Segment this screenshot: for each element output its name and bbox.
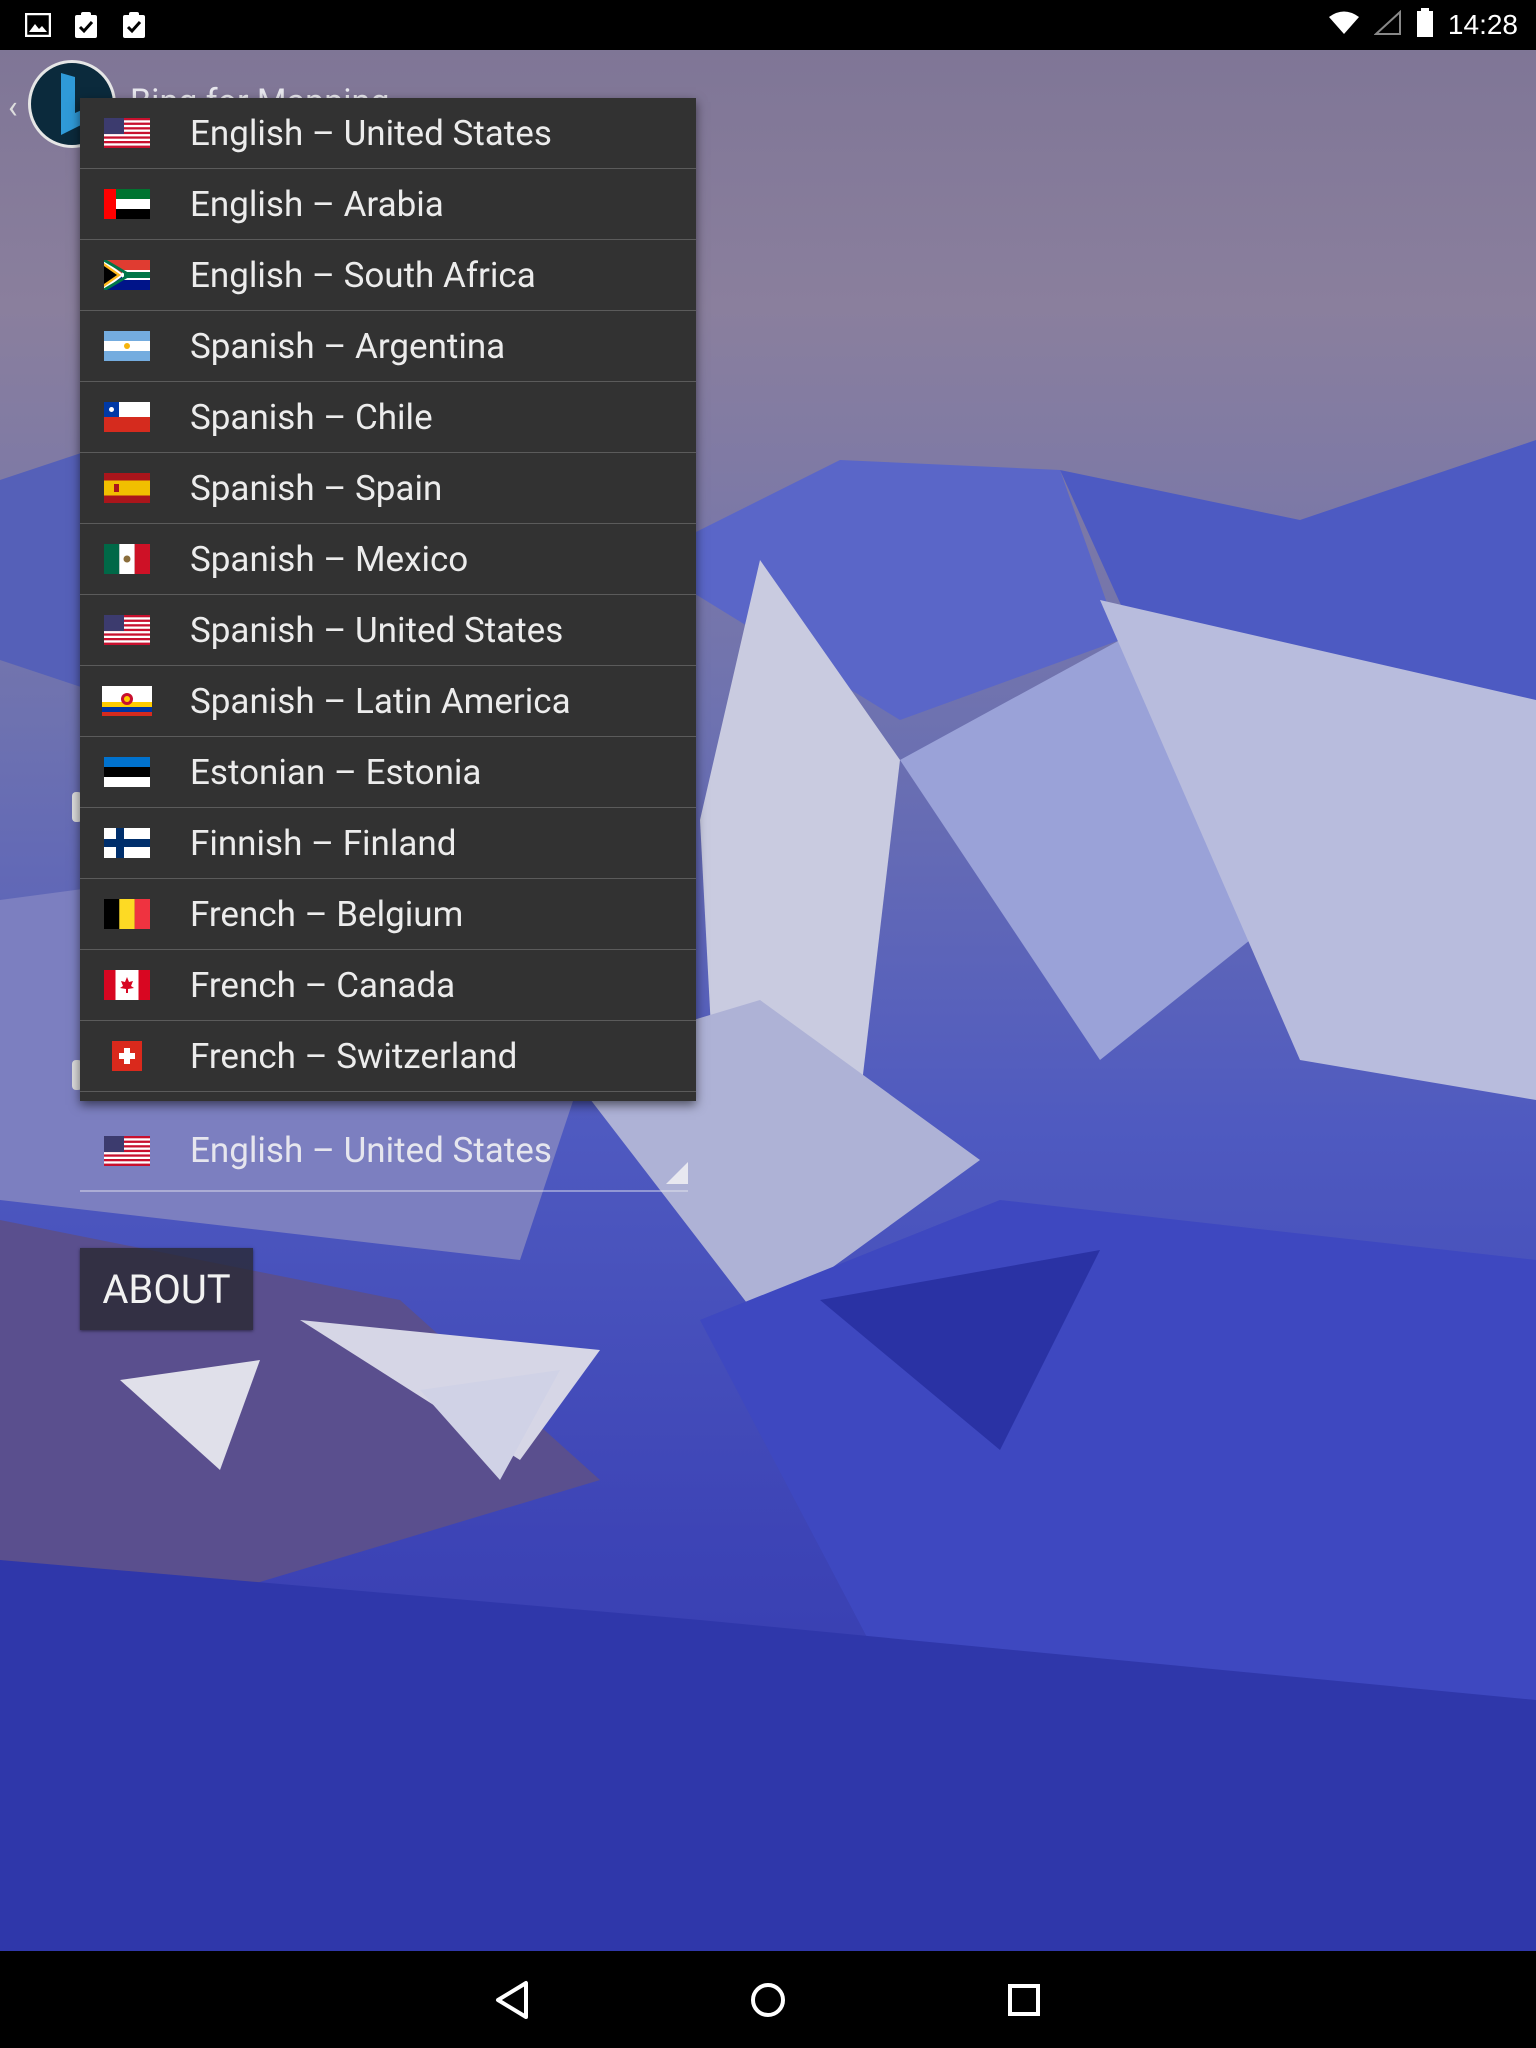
dropdown-item-label: Spanish – Latin America (190, 680, 571, 722)
us-flag-icon (104, 1136, 150, 1166)
spinner-arrow-icon (666, 1162, 688, 1188)
dropdown-item[interactable]: Spanish – Spain (80, 453, 696, 524)
us-flag-icon (104, 615, 150, 645)
dropdown-item[interactable]: Spanish – Argentina (80, 311, 696, 382)
za-flag-icon (104, 260, 150, 290)
clipboard-check-icon (120, 11, 148, 39)
dropdown-item-label: Estonian – Estonia (190, 751, 482, 793)
dropdown-item[interactable]: French – Canada (80, 950, 696, 1021)
ee-flag-icon (104, 757, 150, 787)
dropdown-item-label: English – United States (190, 112, 552, 154)
dropdown-item-label: Finnish – Finland (190, 822, 457, 864)
fi-flag-icon (104, 828, 150, 858)
dropdown-item-label: Spanish – Argentina (190, 325, 506, 367)
language-dropdown-list[interactable]: English – United States English – Arabia… (80, 98, 696, 1101)
mx-flag-icon (104, 544, 150, 574)
dropdown-item-label: English – Arabia (190, 183, 444, 225)
be-flag-icon (104, 899, 150, 929)
clipboard-check-icon (72, 11, 100, 39)
dropdown-item[interactable]: Spanish – Latin America (80, 666, 696, 737)
dropdown-item[interactable]: Spanish – United States (80, 595, 696, 666)
dropdown-item-label: Spanish – Chile (190, 396, 433, 438)
latam-flag-icon (102, 686, 152, 716)
clock: 14:28 (1447, 9, 1518, 40)
recents-icon[interactable] (994, 1970, 1054, 2030)
back-icon[interactable] (482, 1970, 542, 2030)
ch-flag-icon (104, 1041, 150, 1071)
spinner-selected-label: English – United States (190, 1130, 552, 1171)
status-bar: 14:28 (0, 0, 1536, 50)
dropdown-item[interactable]: English – United States (80, 98, 696, 169)
dropdown-item[interactable]: French – Switzerland (80, 1021, 696, 1092)
dropdown-item-label: French – Canada (190, 964, 456, 1006)
dropdown-item[interactable]: English – South Africa (80, 240, 696, 311)
dropdown-item-label: Spanish – United States (190, 609, 564, 651)
dropdown-item-label: French – Switzerland (190, 1035, 518, 1077)
wifi-icon (1328, 10, 1360, 40)
back-chevron-icon[interactable]: ‹ (8, 88, 18, 126)
dropdown-item[interactable]: Spanish – Mexico (80, 524, 696, 595)
image-icon (24, 11, 52, 39)
signal-icon (1373, 9, 1402, 40)
es-flag-icon (104, 473, 150, 503)
dropdown-item-label: French – Belgium (190, 893, 464, 935)
about-button[interactable]: ABOUT (80, 1248, 253, 1330)
dropdown-item[interactable]: English – Arabia (80, 169, 696, 240)
home-icon[interactable] (738, 1970, 798, 2030)
dropdown-item[interactable]: French – Belgium (80, 879, 696, 950)
ar-flag-icon (104, 331, 150, 361)
dropdown-item-label: Spanish – Mexico (190, 538, 469, 580)
dropdown-item-label: English – South Africa (190, 254, 536, 296)
dropdown-item[interactable]: Spanish – Chile (80, 382, 696, 453)
dropdown-item-label: Spanish – Spain (190, 467, 443, 509)
cl-flag-icon (104, 402, 150, 432)
us-flag-icon (104, 118, 150, 148)
ca-flag-icon (104, 970, 150, 1000)
language-spinner[interactable]: English – United States (80, 1118, 688, 1192)
dropdown-item[interactable]: Finnish – Finland (80, 808, 696, 879)
navigation-bar (0, 1951, 1536, 2048)
uae-flag-icon (104, 189, 150, 219)
battery-icon (1416, 8, 1434, 42)
dropdown-item[interactable]: Estonian – Estonia (80, 737, 696, 808)
